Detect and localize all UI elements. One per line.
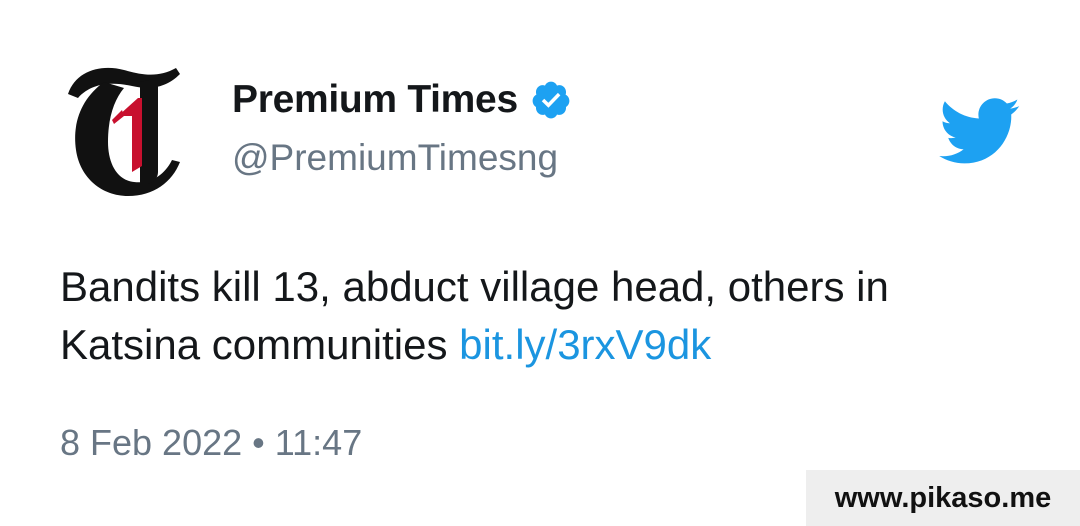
tweet-date: 8 Feb 2022 — [60, 422, 243, 463]
author-handle[interactable]: @PremiumTimesng — [232, 137, 558, 179]
premium-times-logo-icon — [68, 67, 180, 196]
verified-badge-icon — [530, 79, 572, 121]
timestamp-separator: • — [252, 422, 265, 463]
tweet-timestamp[interactable]: 8 Feb 2022 • 11:47 — [60, 422, 362, 464]
twitter-bird-icon[interactable] — [938, 96, 1022, 164]
display-name[interactable]: Premium Times — [232, 78, 518, 122]
display-name-row: Premium Times — [232, 78, 572, 122]
watermark: www.pikaso.me — [806, 470, 1080, 526]
avatar[interactable] — [62, 60, 186, 200]
tweet-link[interactable]: bit.ly/3rxV9dk — [459, 321, 711, 368]
tweet-time: 11:47 — [274, 422, 363, 463]
tweet-text: Bandits kill 13, abduct village head, ot… — [60, 258, 1020, 374]
